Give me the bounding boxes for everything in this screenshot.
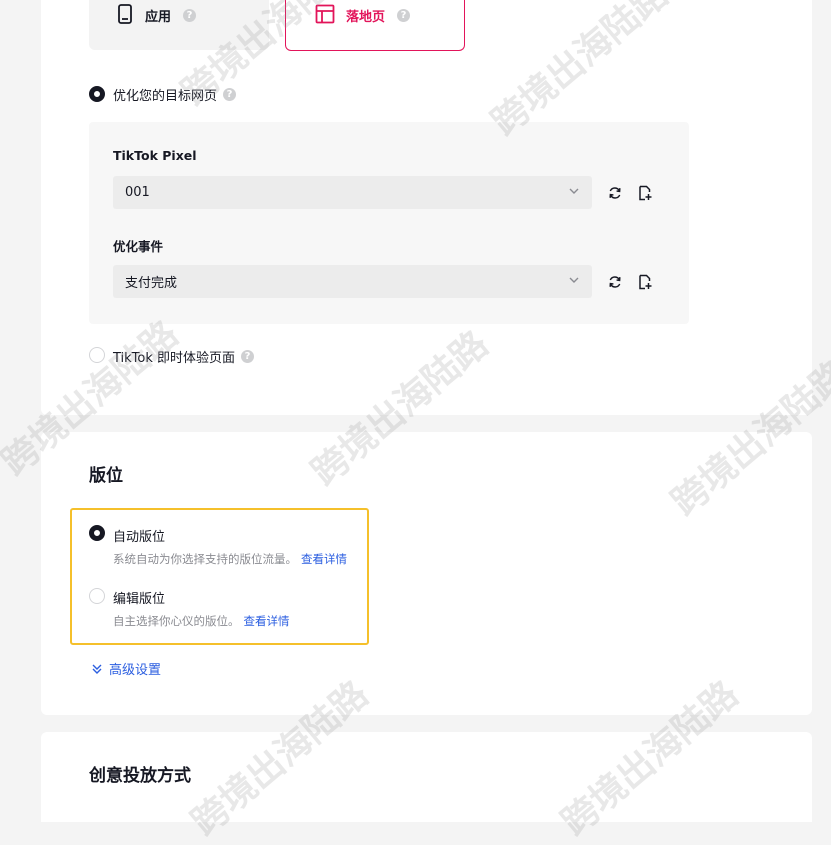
help-icon[interactable]: ? (397, 9, 410, 22)
placement-title: 版位 (89, 466, 123, 486)
landing-page-type-label: 落地页 (346, 10, 386, 25)
auto-placement-desc-text: 系统自动为你选择支持的版位流量。 (113, 552, 297, 566)
app-type-label: 应用 (145, 10, 172, 25)
edit-placement-radio[interactable] (89, 588, 105, 604)
help-icon[interactable]: ? (183, 9, 196, 22)
instant-page-radio[interactable] (89, 347, 105, 363)
auto-placement-label[interactable]: 自动版位 (113, 526, 165, 545)
auto-placement-radio[interactable] (89, 525, 105, 541)
event-select-value: 支付完成 (125, 276, 178, 291)
pixel-settings-box: TikTok Pixel 001 优化事件 支付完成 (89, 122, 689, 324)
refresh-icon[interactable] (607, 274, 623, 290)
website-optimization-option[interactable]: 优化您的目标网页 ? (113, 85, 237, 104)
landing-page-type-card[interactable]: 落地页 ? (285, 0, 465, 51)
instant-page-label: TikTok 即时体验页面 (113, 351, 236, 366)
edit-placement-label[interactable]: 编辑版位 (113, 588, 165, 607)
pixel-select-value: 001 (125, 185, 150, 200)
help-icon[interactable]: ? (241, 350, 255, 363)
add-document-icon[interactable] (637, 185, 653, 201)
website-optimization-radio[interactable] (89, 86, 105, 102)
add-document-icon[interactable] (637, 274, 653, 290)
app-type-card[interactable]: 应用 ? (89, 0, 269, 50)
optimization-event-select[interactable]: 支付完成 (113, 265, 592, 298)
refresh-icon[interactable] (607, 185, 623, 201)
advanced-settings-label: 高级设置 (109, 663, 162, 678)
website-optimization-label: 优化您的目标网页 (113, 89, 218, 104)
auto-placement-description: 系统自动为你选择支持的版位流量。 查看详情 (113, 551, 347, 567)
pixel-select[interactable]: 001 (113, 176, 592, 209)
chevron-down-icon (569, 277, 579, 283)
help-icon[interactable]: ? (223, 88, 237, 101)
chevron-down-icon (569, 188, 579, 194)
auto-placement-details-link[interactable]: 查看详情 (301, 552, 347, 566)
advanced-settings-toggle[interactable]: 高级设置 (91, 659, 161, 678)
optimization-panel: 应用 ? 落地页 ? 优化您的目标网页 ? TikTok Pixel 001 优… (41, 0, 812, 415)
instant-page-option[interactable]: TikTok 即时体验页面 ? (113, 347, 255, 366)
creative-delivery-panel: 创意投放方式 (41, 732, 812, 822)
creative-delivery-title: 创意投放方式 (89, 766, 191, 786)
pixel-field-label: TikTok Pixel (113, 148, 197, 163)
double-chevron-down-icon (92, 664, 102, 674)
mobile-device-icon (115, 4, 135, 24)
edit-placement-description: 自主选择你心仪的版位。 查看详情 (113, 613, 290, 629)
edit-placement-details-link[interactable]: 查看详情 (244, 614, 290, 628)
event-field-label: 优化事件 (113, 239, 164, 254)
layout-icon (315, 4, 335, 24)
placement-panel: 版位 自动版位 系统自动为你选择支持的版位流量。 查看详情 编辑版位 自主选择你心… (41, 432, 812, 715)
edit-placement-desc-text: 自主选择你心仪的版位。 (113, 614, 240, 628)
